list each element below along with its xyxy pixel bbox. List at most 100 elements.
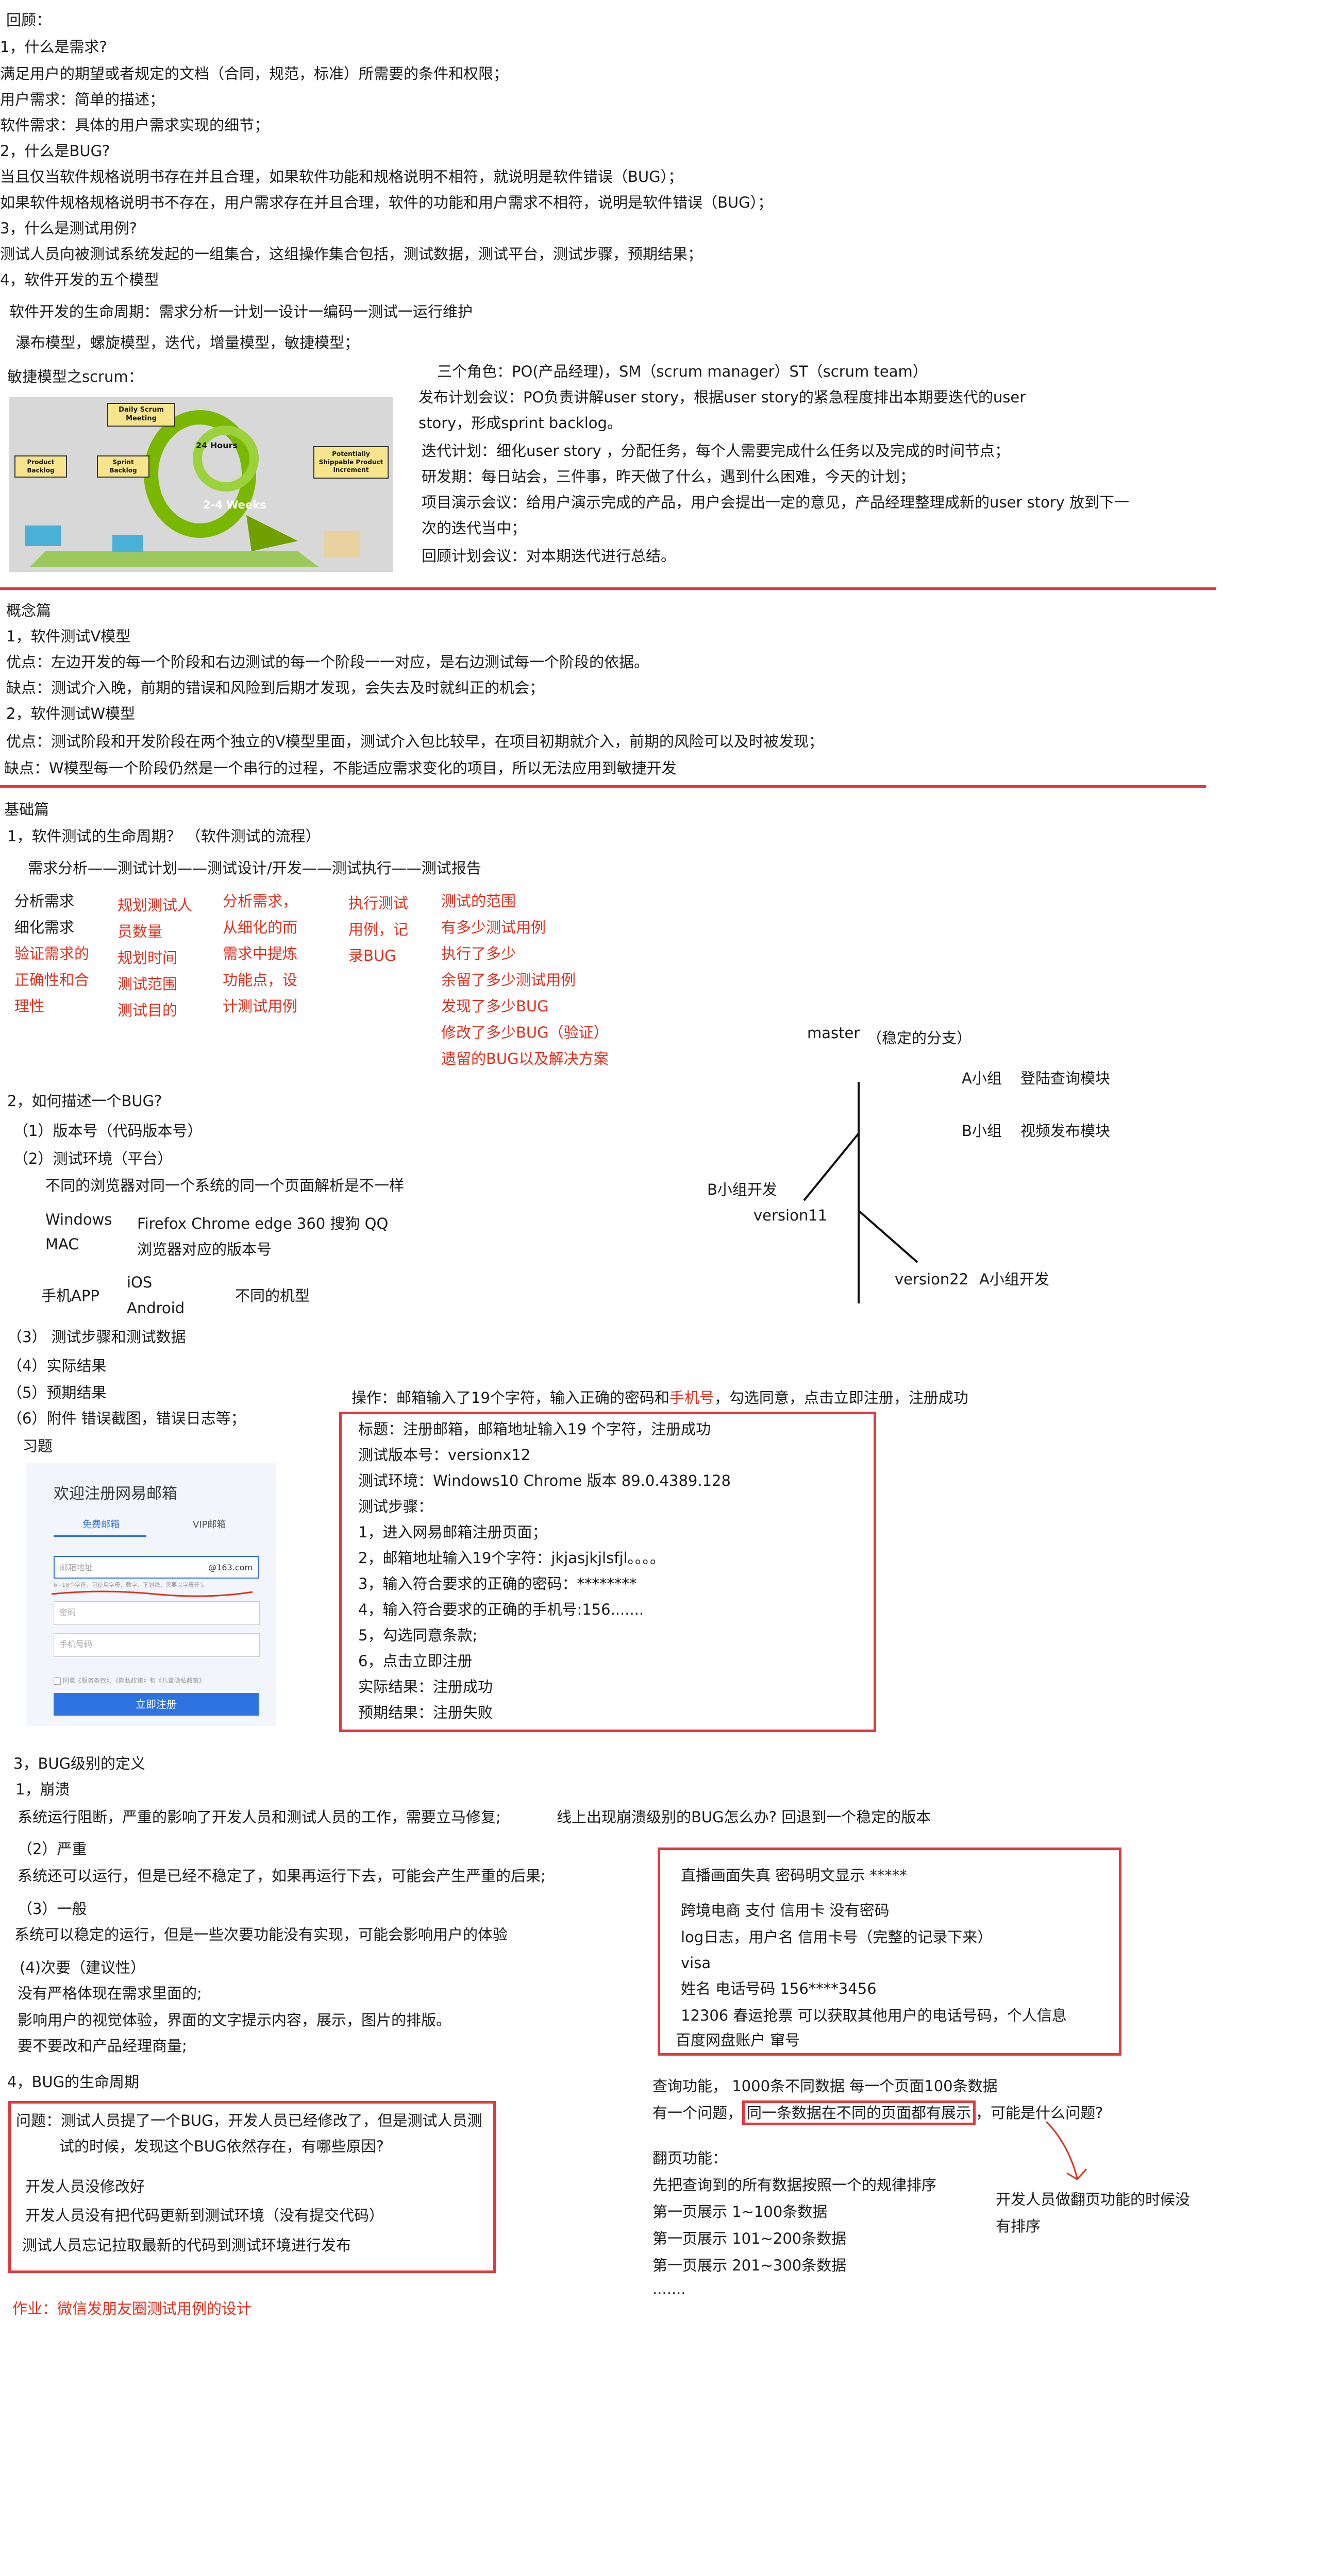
w-model-con: 缺点：W模型每一个阶段仍然是一个串行的过程，不能适应需求变化的项目，所以无法应用… bbox=[4, 759, 677, 777]
col-item: 正确性和合 bbox=[14, 971, 90, 989]
report-line: 实际结果：注册成功 bbox=[358, 1678, 493, 1696]
basics-title: 基础篇 bbox=[4, 801, 49, 818]
email-field[interactable]: 邮箱地址 @163.com bbox=[54, 1556, 259, 1579]
question-line1: 问题：测试人员提了一个BUG，开发人员已经修改了，但是测试人员测 bbox=[16, 2112, 482, 2129]
col-item: 遗留的BUG以及解决方案 bbox=[441, 1050, 609, 1067]
example-line: 跨境电商 支付 信用卡 没有密码 bbox=[681, 1902, 890, 1919]
query-line2: 有一个问题， 同一条数据在不同的页面都有展示 ，可能是什么问题? bbox=[652, 2100, 1103, 2125]
col-item: 执行了多少 bbox=[441, 945, 516, 962]
b-group-module: 视频发布模块 bbox=[1020, 1122, 1111, 1140]
example-line: 百度网盘账户 窜号 bbox=[676, 2031, 800, 2049]
col-item: 需求中提炼 bbox=[223, 945, 298, 962]
example-line: 直播画面失真 密码明文显示 ***** bbox=[681, 1867, 907, 1884]
level-minor-a: 没有严格体现在需求里面的; bbox=[18, 1985, 202, 2002]
lifecycle-col-execute: 执行测试 用例，记 录BUG bbox=[348, 893, 408, 972]
tab-vip[interactable]: VIP邮箱 bbox=[193, 1519, 226, 1531]
paging-title: 翻页功能： bbox=[652, 2149, 728, 2167]
level-normal: （3）一般 bbox=[18, 1900, 87, 1918]
level-minor-b: 影响用户的视觉体验，界面的文字提示内容，展示，图片的排版。 bbox=[18, 2011, 451, 2029]
report-line: 4，输入符合要求的正确的手机号:156....... bbox=[358, 1601, 644, 1618]
level-severe: （2）严重 bbox=[18, 1840, 87, 1858]
level-crash: 1，崩溃 bbox=[15, 1781, 70, 1798]
col-item: 规划时间 bbox=[118, 949, 178, 967]
demo-meeting-line2: 次的迭代当中； bbox=[422, 519, 527, 537]
version-no: （1）版本号（代码版本号） bbox=[13, 1122, 203, 1140]
phone-field[interactable]: 手机号码 bbox=[54, 1633, 260, 1657]
release-plan-line1: 发布计划会议：PO负责讲解user story，根据user story的紧急程… bbox=[418, 388, 1026, 406]
password-placeholder: 密码 bbox=[59, 1607, 76, 1617]
lifecycle-col-report: 测试的范围 有多少测试用例 执行了多少 余留了多少测试用例 发现了多少BUG 修… bbox=[441, 891, 609, 1075]
paging-ellipsis: ....... bbox=[652, 2280, 686, 2298]
col-item: 员数量 bbox=[118, 923, 163, 940]
question-line2: 试的时候，发现这个BUG依然存在，有哪些原因? bbox=[59, 2138, 384, 2155]
concepts-title: 概念篇 bbox=[6, 602, 52, 619]
query-prefix: 有一个问题， bbox=[652, 2104, 743, 2122]
q1-software-req: 软件需求：具体的用户需求实现的细节； bbox=[0, 116, 270, 134]
scrum-title: 敏捷模型之scrum： bbox=[7, 368, 143, 385]
q3-title: 3，什么是测试用例? bbox=[0, 219, 137, 237]
os-android: Android bbox=[127, 1299, 185, 1317]
reason-line: 测试人员忘记拉取最新的代码到测试环境进行发布 bbox=[22, 2236, 351, 2254]
col-item: 功能点，设 bbox=[223, 971, 298, 989]
report-line: 标题：注册邮箱，邮箱地址输入19 个字符，注册成功 bbox=[358, 1420, 711, 1438]
paging-page: 第一页展示 201~300条数据 bbox=[652, 2257, 847, 2274]
actual-result: （4）实际结果 bbox=[7, 1357, 107, 1375]
expected-result: （5）预期结果 bbox=[7, 1384, 107, 1401]
email-placeholder: 邮箱地址 bbox=[60, 1563, 93, 1572]
example-line: 12306 春运抢票 可以获取其他用户的电话号码，个人信息 bbox=[681, 2007, 1067, 2024]
daily-scrum-note: Daily Scrum Meeting bbox=[107, 403, 175, 427]
email-domain-select[interactable]: @163.com bbox=[208, 1562, 253, 1573]
email-hint: 6~18个字符，可使用字母、数字、下划线，需要以字母开头 bbox=[54, 1582, 206, 1588]
query-suffix: ，可能是什么问题? bbox=[976, 2104, 1103, 2122]
bug-desc-title: 2，如何描述一个BUG? bbox=[7, 1092, 162, 1110]
iteration-plan: 迭代计划：细化user story ，分配任务，每个人需要完成什么任务以及完成的… bbox=[422, 442, 1010, 460]
level-minor-c: 要不要改和产品经理商量; bbox=[18, 2037, 187, 2055]
agree-checkbox[interactable] bbox=[54, 1677, 61, 1685]
q4-lifecycle: 软件开发的生命周期：需求分析一计划一设计一编码一测试一运行维护 bbox=[9, 303, 473, 320]
hours-label: 24 Hours bbox=[196, 440, 238, 450]
col-item: 发现了多少BUG bbox=[441, 997, 549, 1015]
col-item: 规划测试人 bbox=[118, 896, 193, 914]
register-button[interactable]: 立即注册 bbox=[54, 1693, 259, 1716]
operation-suffix: ，勾选同意，点击立即注册，注册成功 bbox=[714, 1389, 968, 1406]
lifecycle-title: 1，软件测试的生命周期？ （软件测试的流程） bbox=[7, 827, 321, 845]
agree-text: 同意《服务条款》、《隐私政策》和《儿童隐私政策》 bbox=[63, 1677, 206, 1684]
col-item: 修改了多少BUG（验证） bbox=[441, 1024, 609, 1041]
col-item: 分析需求 bbox=[14, 892, 75, 910]
report-line: 测试步骤： bbox=[358, 1498, 433, 1515]
a-group-module: 登陆查询模块 bbox=[1020, 1070, 1111, 1087]
paging-answer-line2: 有排序 bbox=[996, 2217, 1041, 2235]
os-ios: iOS bbox=[127, 1274, 153, 1291]
report-line: 测试版本号：versionx12 bbox=[358, 1446, 531, 1464]
scrum-diagram: Daily Scrum Meeting 24 Hours 2-4 Weeks P… bbox=[9, 397, 393, 572]
level-crash-desc: 系统运行阻断，严重的影响了开发人员和测试人员的工作，需要立马修复; bbox=[18, 1808, 501, 1826]
red-arrow-icon bbox=[1045, 2121, 1087, 2180]
release-plan-line2: story，形成sprint backlog。 bbox=[418, 414, 622, 432]
col-item: 测试的范围 bbox=[441, 892, 516, 910]
form-title: 欢迎注册网易邮箱 bbox=[54, 1485, 177, 1503]
b-group: B小组 bbox=[962, 1122, 1002, 1140]
severe-examples-box: 直播画面失真 密码明文显示 ***** 跨境电商 支付 信用卡 没有密码 log… bbox=[658, 1848, 1121, 2056]
test-env: （2）测试环境（平台） bbox=[13, 1150, 173, 1167]
hint-underline-scribble bbox=[51, 1590, 253, 1597]
scrum-roles: 三个角色：PO(产品经理)，SM（scrum manager）ST（scrum … bbox=[437, 363, 928, 380]
register-form: 欢迎注册网易邮箱 免费邮箱 VIP邮箱 邮箱地址 @163.com 6~18个字… bbox=[26, 1463, 276, 1726]
example-line: log日志，用户名 信用卡号（完整的记录下来） bbox=[681, 1928, 993, 1946]
report-line: 3，输入符合要求的正确的密码：******** bbox=[358, 1575, 637, 1592]
col-item: 有多少测试用例 bbox=[441, 919, 546, 936]
col-item: 计测试用例 bbox=[223, 997, 298, 1015]
lifecycle-flow: 需求分析——测试计划——测试设计/开发——测试执行——测试报告 bbox=[28, 859, 481, 877]
q4-title: 4，软件开发的五个模型 bbox=[0, 271, 159, 289]
phone-placeholder: 手机号码 bbox=[59, 1639, 93, 1649]
col-item: 理性 bbox=[14, 997, 45, 1015]
env-note: 不同的浏览器对同一个系统的同一个页面解析是不一样 bbox=[45, 1177, 405, 1194]
report-line: 6，点击立即注册 bbox=[358, 1652, 473, 1670]
tab-free[interactable]: 免费邮箱 bbox=[82, 1519, 120, 1531]
password-field[interactable]: 密码 bbox=[54, 1601, 260, 1625]
v-model-pro: 优点：左边开发的每一个阶段和右边测试的每一个阶段一一对应，是右边测试每一个阶段的… bbox=[6, 653, 649, 671]
level-normal-desc: 系统可以稳定的运行，但是一些次要功能没有实现，可能会影响用户的体验 bbox=[14, 1926, 508, 1943]
query-highlight: 同一条数据在不同的页面都有展示 bbox=[742, 2100, 976, 2125]
retro-meeting: 回顾计划会议：对本期迭代进行总结。 bbox=[422, 547, 676, 565]
dev-period: 研发期：每日站会，三件事，昨天做了什么，遇到什么困难，今天的计划； bbox=[422, 468, 915, 485]
v-model-con: 缺点：测试介入晚，前期的错误和风险到后期才发现，会失去及时就纠正的机会； bbox=[6, 679, 545, 697]
